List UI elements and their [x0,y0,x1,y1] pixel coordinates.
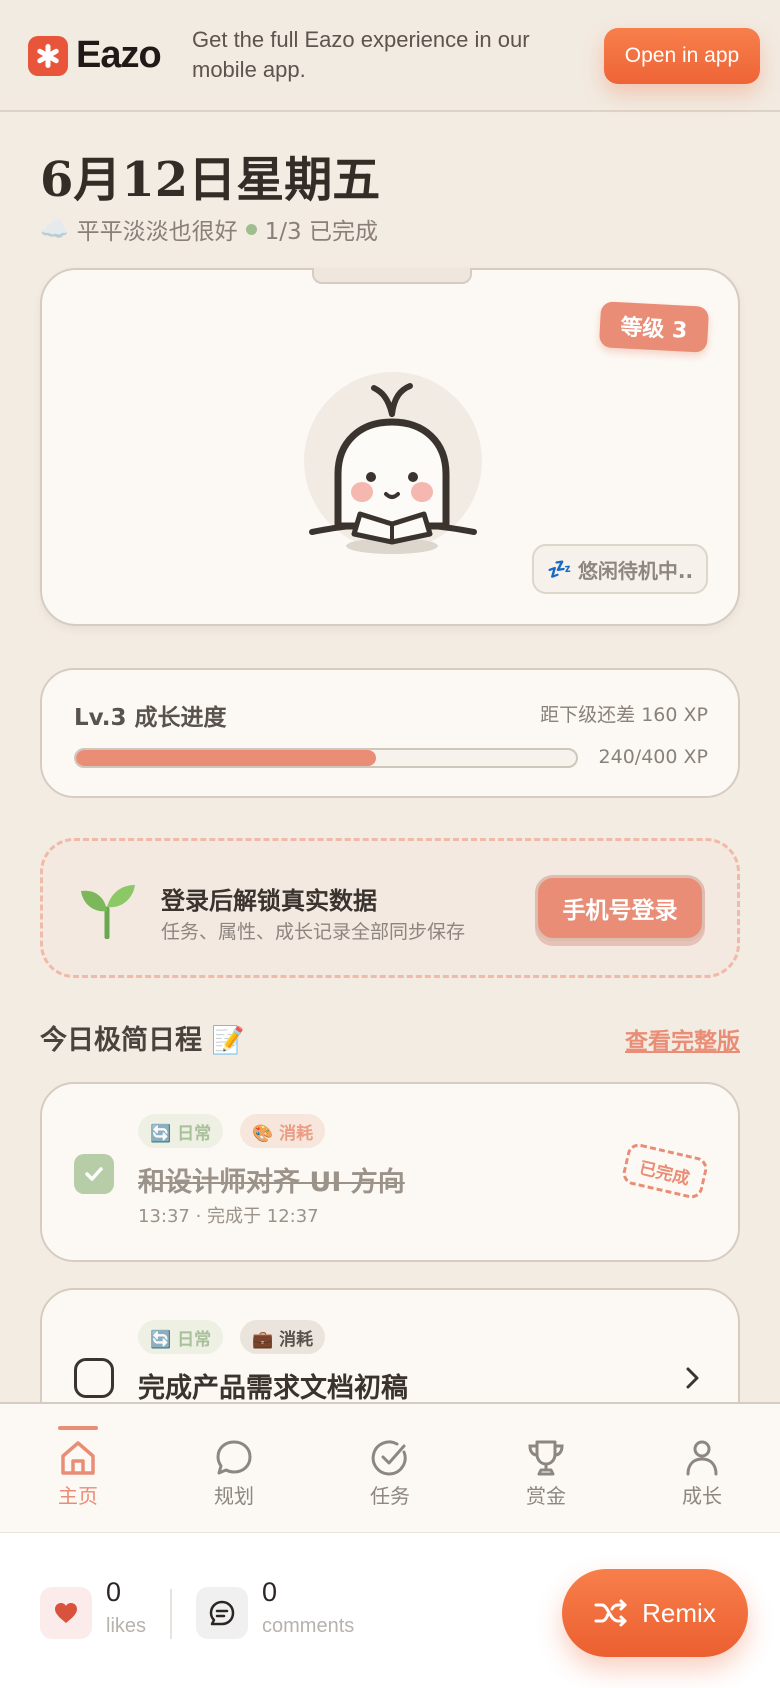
task-name: 和设计师对齐 UI 方向 [138,1167,405,1198]
brand-logo: Eazo [28,34,162,77]
like-button[interactable] [40,1587,92,1639]
task-checkbox-unchecked[interactable] [74,1358,114,1398]
growth-progress-card: Lv.3 成长进度 距下级还差 160 XP 240/400 XP [40,668,740,798]
tab-bounty[interactable]: 赏金 [486,1438,606,1509]
user-icon [686,1440,718,1476]
phone-login-button[interactable]: 手机号登录 [535,875,705,941]
completed-stamp: 已完成 [620,1141,710,1201]
mood-text: 平平淡淡也很好 [76,219,238,245]
chevron-right-icon[interactable] [682,1364,704,1392]
remix-button[interactable]: Remix [562,1569,748,1657]
xp-remaining: 距下级还差 160 XP [540,704,708,726]
remix-label: Remix [642,1597,716,1628]
tab-label: 任务 [370,1484,410,1508]
check-circle-icon [371,1440,407,1476]
likes-label: likes [106,1615,147,1637]
tag-consume: 💼 消耗 [240,1320,326,1354]
level-badge: 等级 3 [598,301,710,353]
chat-bubble-icon [216,1440,252,1475]
task-time: 13:37 · 完成于 12:37 [138,1206,319,1227]
task-card[interactable]: 🔄 日常 🎨 消耗 和设计师对齐 UI 方向 13:37 · 完成于 12:37… [40,1082,740,1262]
bottom-tab-bar: 主页 规划 任务 赏金 成长 [0,1402,780,1532]
zzz-icon: 💤 [546,557,572,581]
tab-label: 主页 [58,1484,98,1508]
view-full-link[interactable]: 查看完整版 [625,1022,740,1056]
tab-growth[interactable]: 成长 [642,1438,762,1509]
asterisk-logo-icon [28,35,68,76]
xp-progress-bar [74,748,578,768]
day-summary: ☁️ 平平淡淡也很好 1/3 已完成 [40,212,378,246]
login-title: 登录后解锁真实数据 [161,887,377,915]
card-tab-handle [312,268,472,284]
tab-label: 赏金 [526,1484,566,1508]
tag-consume: 🎨 消耗 [240,1114,326,1148]
sprout-icon [81,885,135,939]
pet-status-badge: 💤 悠闲待机中.. [532,544,708,594]
home-icon [61,1441,95,1475]
brand-name: Eazo [76,34,162,76]
checkmark-icon [85,1167,103,1181]
tab-tasks[interactable]: 任务 [330,1438,450,1509]
social-action-bar: 0 likes 0 comments Remix [0,1532,780,1688]
comments-count: 0 [262,1577,278,1607]
tag-daily: 🔄 日常 [138,1320,224,1354]
schedule-heading: 今日极简日程 📝 [40,1025,246,1056]
login-subtitle: 任务、属性、成长记录全部同步保存 [161,921,466,943]
heart-icon [55,1603,77,1623]
task-checkbox-checked[interactable] [74,1154,114,1194]
pet-card[interactable]: 等级 3 💤 悠闲待机中.. [40,268,740,626]
xp-progress-fill [76,750,376,766]
login-prompt-card: 登录后解锁真实数据 任务、属性、成长记录全部同步保存 手机号登录 [40,838,740,978]
comment-icon [209,1600,235,1626]
page-title-date: 6月12日星期五 [40,152,381,208]
tab-label: 规划 [214,1484,254,1508]
divider [170,1589,172,1639]
tag-daily: 🔄 日常 [138,1114,224,1148]
status-dot [245,223,257,235]
tab-label: 成长 [682,1484,722,1508]
cloud-icon: ☁️ [40,216,69,243]
pet-character-icon[interactable] [302,370,484,560]
tab-plan[interactable]: 规划 [174,1438,294,1509]
active-tab-indicator [58,1426,98,1430]
task-name: 完成产品需求文档初稿 [138,1373,408,1404]
open-in-app-button[interactable]: Open in app [604,28,760,84]
comment-button[interactable] [196,1587,248,1639]
comments-label: comments [262,1615,355,1637]
trophy-icon [528,1440,564,1476]
completion-text: 1/3 已完成 [264,219,378,245]
progress-title: Lv.3 成长进度 [74,705,227,731]
app-promo-banner: Eazo Get the full Eazo experience in our… [0,0,780,112]
shuffle-icon [594,1599,627,1627]
xp-count: 240/400 XP [598,746,708,768]
tab-home[interactable]: 主页 [18,1426,138,1509]
likes-count: 0 [106,1577,122,1607]
pet-status-text: 悠闲待机中.. [577,558,694,583]
promo-message: Get the full Eazo experience in our mobi… [192,27,530,82]
